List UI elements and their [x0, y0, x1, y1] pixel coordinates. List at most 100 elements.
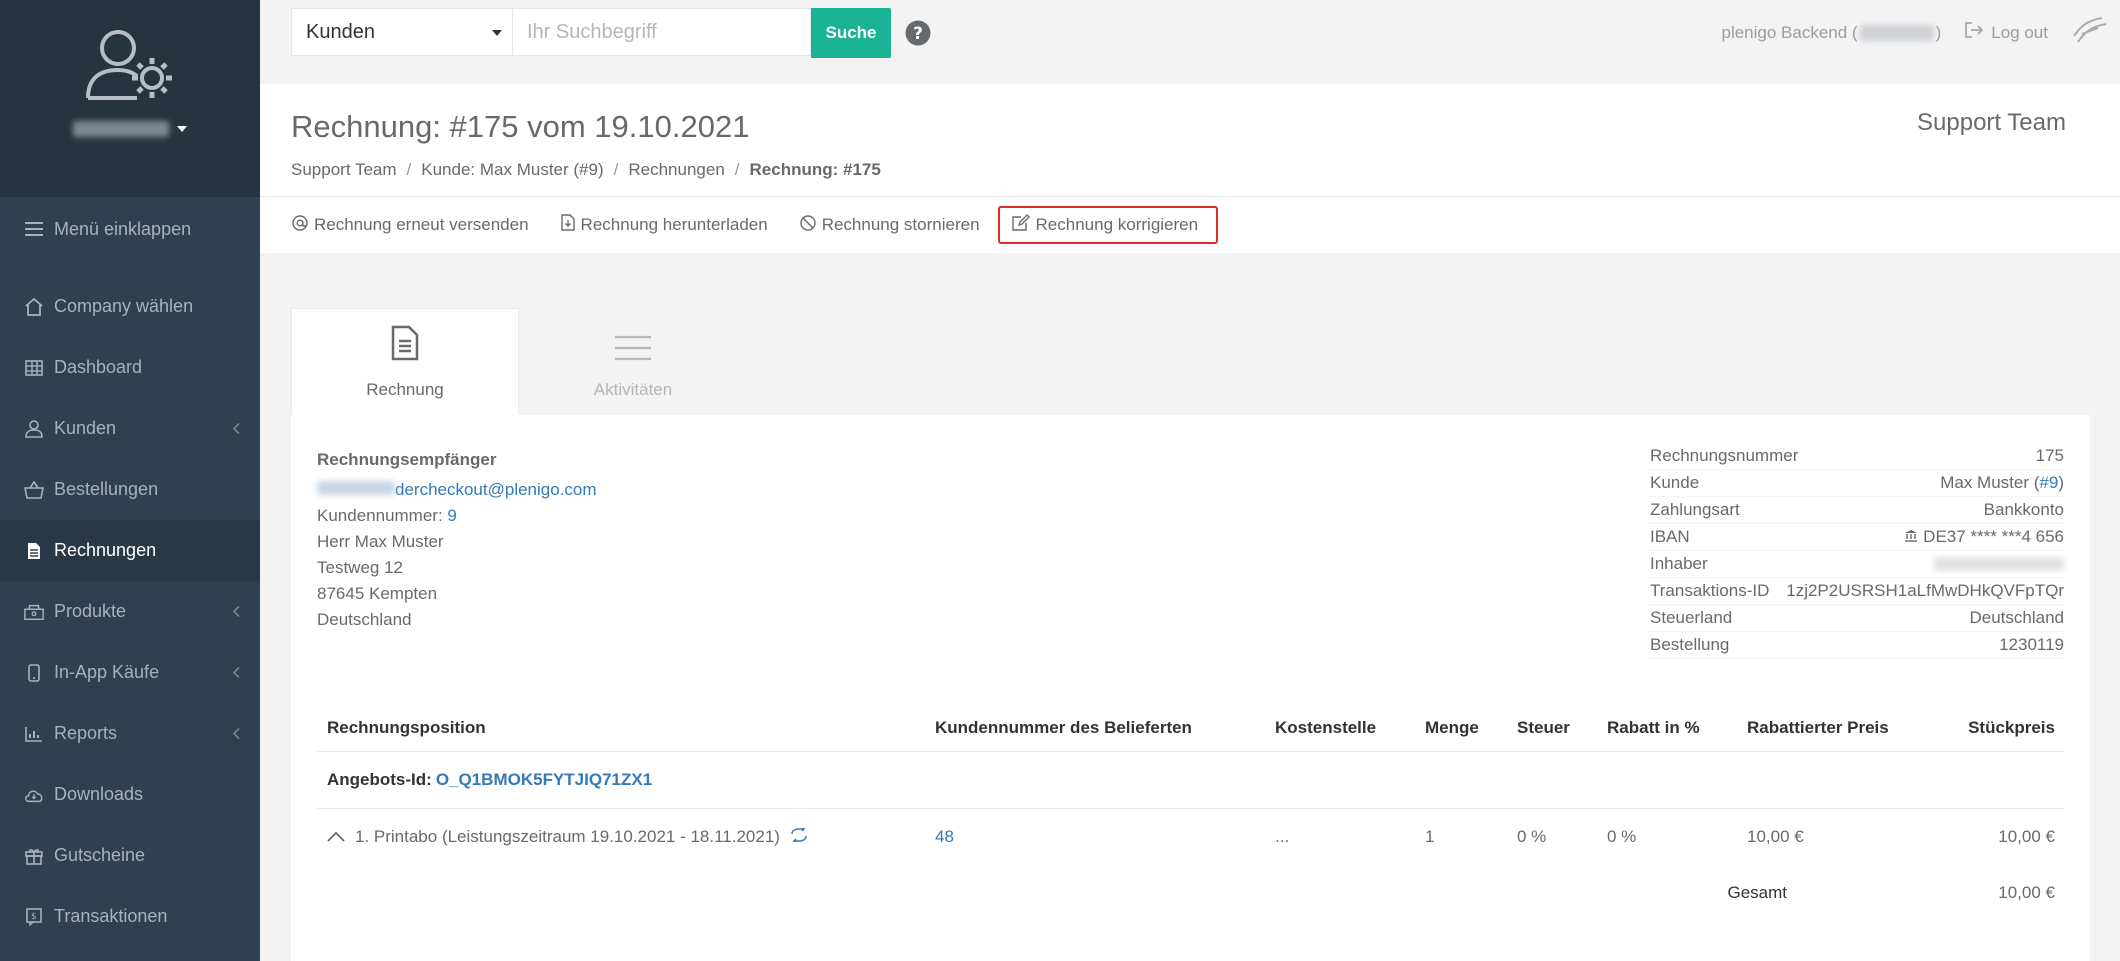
- breadcrumb-item[interactable]: Rechnungen: [628, 160, 724, 180]
- info-value: Bankkonto: [1983, 500, 2064, 519]
- chevron-down-icon: [177, 126, 187, 132]
- recurring-icon: [790, 826, 808, 847]
- email-prefix-blurred: [317, 481, 395, 495]
- discount-cell: 0 %: [1607, 827, 1637, 846]
- recipient-name: Herr Max Muster: [317, 532, 444, 551]
- search-scope-select[interactable]: Kunden: [291, 8, 513, 56]
- info-value: DE37 **** ***4 656: [1904, 527, 2064, 547]
- breadcrumb-item[interactable]: Support Team: [291, 160, 397, 180]
- paren-close: ): [2058, 473, 2064, 492]
- table-row: 1. Printabo (Leistungszeitraum 19.10.202…: [317, 809, 2064, 865]
- sidebar-item-downloads[interactable]: Downloads: [0, 764, 260, 825]
- order-link[interactable]: 1230119: [1999, 635, 2064, 655]
- quantity-cell: 1: [1425, 827, 1435, 846]
- total-row: Gesamt 10,00 €: [317, 865, 2064, 921]
- sidebar-item-kunden[interactable]: Kunden: [0, 398, 260, 459]
- sidebar-item-bestellungen[interactable]: Bestellungen: [0, 459, 260, 520]
- sidebar-item-reports[interactable]: Reports: [0, 703, 260, 764]
- recipient-country: Deutschland: [317, 610, 412, 629]
- customer-number-link[interactable]: 9: [447, 506, 456, 525]
- page-title: Rechnung: #175 vom 19.10.2021: [291, 109, 750, 144]
- team-name: Support Team: [1917, 109, 2066, 136]
- offer-id-link[interactable]: O_Q1BMOK5FYTJIQ71ZX1: [436, 770, 652, 790]
- top-right: plenigo Backend ( ) Log out: [1722, 0, 2120, 65]
- sidebar-item-label: Gutscheine: [54, 845, 146, 865]
- info-label: IBAN: [1650, 527, 1690, 546]
- breadcrumb-item[interactable]: Kunde: Max Muster (#9): [421, 160, 603, 180]
- backend-user-blurred: [1859, 24, 1934, 41]
- backend-label-close: ): [1935, 22, 1942, 42]
- search-placeholder: Ihr Suchbegriff: [527, 20, 657, 43]
- column-header: Kostenstelle: [1275, 718, 1377, 737]
- tab-label: Rechnung: [366, 380, 444, 399]
- info-row: Rechnungsnummer 175: [1650, 443, 2064, 470]
- search-group: Kunden Ihr Suchbegriff Suche: [291, 8, 891, 58]
- sidebar-item-produkte[interactable]: Produkte: [0, 581, 260, 642]
- username-blurred: [73, 121, 169, 137]
- plenigo-logo-icon: [2072, 16, 2108, 49]
- transaction-icon: $: [24, 907, 44, 927]
- page-header: Rechnung: #175 vom 19.10.2021 Support Te…: [260, 84, 2120, 197]
- sidebar-item-rechnungen[interactable]: Rechnungen: [0, 520, 260, 581]
- invoice-items-table: Rechnungsposition Kundennummer des Belie…: [317, 705, 2064, 921]
- profile-area: [0, 0, 260, 197]
- offer-row: Angebots-Id: O_Q1BMOK5FYTJIQ71ZX1: [317, 752, 2064, 809]
- file-download-icon: [560, 214, 575, 236]
- chevron-left-icon: [232, 601, 240, 622]
- sidebar-item-gutscheine[interactable]: Gutscheine: [0, 825, 260, 886]
- action-bar: Rechnung erneut versenden Rechnung herun…: [260, 197, 2120, 253]
- sidebar-item-label: Downloads: [54, 784, 144, 804]
- sidebar-item-inapp[interactable]: In-App Käufe: [0, 642, 260, 703]
- breadcrumb: Support Team / Kunde: Max Muster (#9) / …: [291, 160, 881, 180]
- document-icon: [391, 325, 419, 366]
- delivered-customer-link[interactable]: 48: [935, 827, 1275, 847]
- sidebar-item-company[interactable]: Company wählen: [0, 276, 260, 337]
- iban-value: DE37 **** ***4 656: [1923, 527, 2064, 546]
- info-row: Bestellung 1230119: [1650, 632, 2064, 659]
- sidebar-item-dashboard[interactable]: Dashboard: [0, 337, 260, 398]
- bank-icon: [1904, 527, 1918, 546]
- recipient-street: Testweg 12: [317, 558, 403, 577]
- customer-name: Max Muster (: [1940, 473, 2040, 492]
- user-icon: [24, 419, 44, 439]
- chevron-left-icon: [232, 662, 240, 683]
- recipient-email[interactable]: dercheckout@plenigo.com: [395, 480, 597, 499]
- at-icon: [292, 214, 308, 236]
- cloud-download-icon: [24, 785, 44, 805]
- sidebar-item-label: Dashboard: [54, 357, 143, 377]
- edit-icon: [1011, 214, 1030, 236]
- tab-rechnung[interactable]: Rechnung: [291, 308, 519, 416]
- user-menu[interactable]: [73, 121, 187, 137]
- info-label: Steuerland: [1650, 608, 1733, 627]
- logout-link[interactable]: Log out: [1965, 22, 2048, 43]
- backend-label: plenigo Backend ( ): [1722, 23, 1942, 43]
- breadcrumb-separator: /: [734, 160, 740, 179]
- info-row: Kunde Max Muster (#9): [1650, 470, 2064, 497]
- recipient-block: Rechnungsempfänger dercheckout@plenigo.c…: [317, 447, 597, 633]
- customer-number-label: Kundennummer:: [317, 506, 448, 525]
- gift-icon: [24, 846, 44, 866]
- recipient-city: 87645 Kempten: [317, 584, 438, 603]
- correct-invoice-button[interactable]: Rechnung korrigieren: [997, 206, 1219, 244]
- help-icon[interactable]: ?: [905, 20, 931, 51]
- sidebar-item-transaktionen[interactable]: $ Transaktionen: [0, 886, 260, 947]
- grid-icon: [24, 358, 44, 378]
- tab-aktivitaeten[interactable]: Aktivitäten: [519, 308, 747, 416]
- search-input[interactable]: Ihr Suchbegriff: [513, 8, 811, 56]
- sidebar-item-label: Company wählen: [54, 296, 194, 316]
- sidebar-item-collapse[interactable]: Menü einklappen: [0, 197, 260, 261]
- search-button[interactable]: Suche: [811, 8, 891, 58]
- total-label: Gesamt: [1727, 883, 1787, 902]
- transaction-id-link[interactable]: 1zj2P2USRSH1aLfMwDHkQVFpTQr: [1786, 581, 2064, 601]
- position-cell: 1. Printabo (Leistungszeitraum 19.10.202…: [327, 826, 935, 847]
- list-icon: [615, 335, 651, 366]
- tax-cell: 0 %: [1517, 827, 1547, 846]
- customer-link[interactable]: #9: [2039, 473, 2058, 492]
- info-label: Kunde: [1650, 473, 1700, 492]
- chevron-up-icon[interactable]: [327, 827, 345, 847]
- column-header: Menge: [1425, 718, 1479, 737]
- cancel-invoice-button[interactable]: Rechnung stornieren: [800, 206, 980, 244]
- action-label: Rechnung herunterladen: [580, 215, 768, 234]
- resend-invoice-button[interactable]: Rechnung erneut versenden: [292, 206, 529, 244]
- download-invoice-button[interactable]: Rechnung herunterladen: [560, 206, 768, 244]
